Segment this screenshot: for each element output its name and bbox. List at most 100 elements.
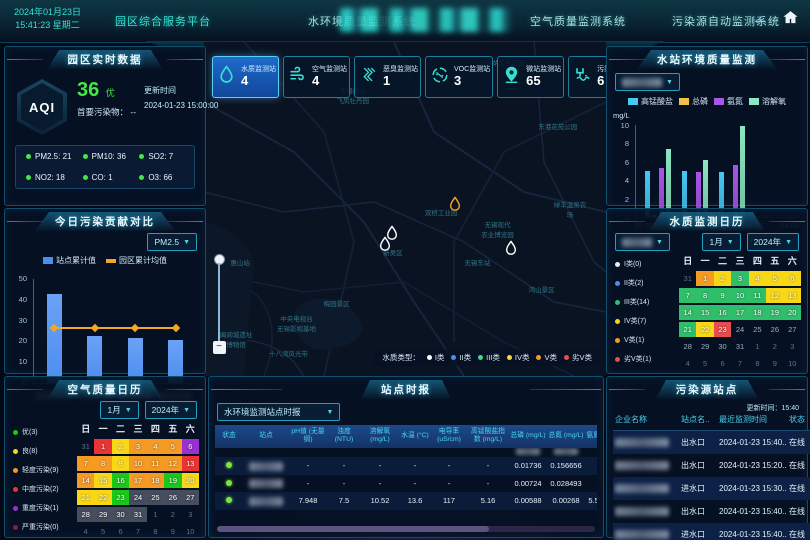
calendar-day[interactable]: 25 <box>147 490 164 505</box>
water-station-marker[interactable] <box>378 236 391 257</box>
calendar-day[interactable]: 17 <box>129 473 146 488</box>
calendar-day[interactable]: 13 <box>182 456 199 471</box>
calendar-day[interactable]: 4 <box>147 439 164 454</box>
calendar-day[interactable]: 10 <box>182 524 199 539</box>
calendar-day[interactable]: 18 <box>147 473 164 488</box>
calendar-day[interactable]: 1 <box>94 439 111 454</box>
calendar-day[interactable]: 29 <box>94 507 111 522</box>
map-canvas[interactable]: 无锡惠山 飞凤牡丹园无锡湖东生态园东港花苑公园双桥工业园无锡现代 农业博览园绿羊… <box>204 42 606 376</box>
station-type-button-3[interactable]: VOC监测站3 <box>425 56 493 98</box>
calendar-day[interactable]: 25 <box>749 322 766 337</box>
zoom-out-button[interactable]: − <box>213 341 226 354</box>
calendar-day[interactable]: 16 <box>714 305 731 320</box>
calendar-day[interactable]: 14 <box>77 473 94 488</box>
back-icon[interactable]: ← <box>750 9 770 29</box>
calendar-day[interactable]: 12 <box>766 288 783 303</box>
calendar-day[interactable]: 3 <box>731 271 748 286</box>
report-type-select[interactable]: 水环境监测站点时报▼ <box>217 403 340 421</box>
calendar-day[interactable]: 30 <box>112 507 129 522</box>
station-type-button-4[interactable]: 微站监测站65 <box>497 56 564 98</box>
calendar-day[interactable]: 30 <box>714 339 731 354</box>
calendar-day[interactable]: 3 <box>129 439 146 454</box>
calendar-day[interactable]: 17 <box>731 305 748 320</box>
calendar-day[interactable]: 15 <box>696 305 713 320</box>
calendar-day[interactable]: 13 <box>784 288 801 303</box>
calendar-day[interactable]: 12 <box>164 456 181 471</box>
water-station-marker[interactable] <box>504 240 517 261</box>
calendar-day[interactable]: 14 <box>679 305 696 320</box>
calendar-day[interactable]: 31 <box>679 271 696 286</box>
calendar-day[interactable]: 5 <box>94 524 111 539</box>
station-type-button-0[interactable]: 水质监测站4 <box>212 56 279 98</box>
calendar-day[interactable]: 7 <box>77 456 94 471</box>
calendar-day[interactable]: 8 <box>94 456 111 471</box>
calendar-day[interactable]: 28 <box>679 339 696 354</box>
calendar-day[interactable]: 6 <box>182 439 199 454</box>
calendar-day[interactable]: 27 <box>182 490 199 505</box>
calendar-day[interactable]: 9 <box>164 524 181 539</box>
calendar-day[interactable]: 26 <box>766 322 783 337</box>
calendar-day[interactable]: 10 <box>129 456 146 471</box>
calendar-day[interactable]: 9 <box>714 288 731 303</box>
calendar-day[interactable]: 6 <box>784 271 801 286</box>
calendar-station-select[interactable]: ▼ <box>615 233 670 251</box>
calendar-day[interactable]: 31 <box>731 339 748 354</box>
calendar-day[interactable]: 1 <box>696 271 713 286</box>
calendar-day[interactable]: 9 <box>766 356 783 371</box>
calendar-day[interactable]: 10 <box>731 288 748 303</box>
calendar-day[interactable]: 11 <box>147 456 164 471</box>
station-type-button-2[interactable]: 恶臭监测站1 <box>354 56 421 98</box>
pollutant-select[interactable]: PM2.5▼ <box>147 233 197 251</box>
calendar-day[interactable]: 3 <box>182 507 199 522</box>
calendar-day[interactable]: 22 <box>94 490 111 505</box>
month-select[interactable]: 1月▼ <box>100 401 138 419</box>
station-type-button-5[interactable]: 污染源监测6 <box>568 56 606 98</box>
calendar-day[interactable]: 21 <box>679 322 696 337</box>
calendar-day[interactable]: 20 <box>182 473 199 488</box>
calendar-day[interactable]: 5 <box>164 439 181 454</box>
month-select[interactable]: 1月▼ <box>702 233 740 251</box>
calendar-day[interactable]: 7 <box>679 288 696 303</box>
calendar-day[interactable]: 8 <box>147 524 164 539</box>
calendar-day[interactable]: 5 <box>696 356 713 371</box>
calendar-day[interactable]: 31 <box>129 507 146 522</box>
calendar-day[interactable]: 26 <box>164 490 181 505</box>
zoom-slider-track[interactable] <box>218 263 220 341</box>
calendar-day[interactable]: 29 <box>696 339 713 354</box>
calendar-day[interactable]: 27 <box>784 322 801 337</box>
calendar-day[interactable]: 19 <box>766 305 783 320</box>
water-station-select[interactable]: ▼ <box>615 73 680 91</box>
calendar-day[interactable]: 2 <box>766 339 783 354</box>
calendar-day[interactable]: 1 <box>749 339 766 354</box>
tab-2[interactable]: 空气质量监测系统 <box>530 13 626 29</box>
calendar-day[interactable]: 1 <box>147 507 164 522</box>
calendar-day[interactable]: 20 <box>784 305 801 320</box>
calendar-day[interactable]: 15 <box>94 473 111 488</box>
calendar-day[interactable]: 7 <box>731 356 748 371</box>
calendar-day[interactable]: 6 <box>112 524 129 539</box>
calendar-day[interactable]: 7 <box>129 524 146 539</box>
calendar-day[interactable]: 4 <box>77 524 94 539</box>
home-icon[interactable] <box>780 9 800 29</box>
scrollbar-thumb[interactable] <box>217 526 489 532</box>
calendar-day[interactable]: 22 <box>696 322 713 337</box>
horizontal-scrollbar[interactable] <box>217 526 595 532</box>
calendar-day[interactable]: 10 <box>784 356 801 371</box>
year-select[interactable]: 2024年▼ <box>145 401 197 419</box>
calendar-day[interactable]: 19 <box>164 473 181 488</box>
calendar-day[interactable]: 2 <box>112 439 129 454</box>
calendar-day[interactable]: 23 <box>714 322 731 337</box>
water-station-marker[interactable] <box>448 196 461 217</box>
calendar-day[interactable]: 2 <box>714 271 731 286</box>
calendar-day[interactable]: 23 <box>112 490 129 505</box>
calendar-day[interactable]: 24 <box>731 322 748 337</box>
calendar-day[interactable]: 9 <box>112 456 129 471</box>
calendar-day[interactable]: 3 <box>784 339 801 354</box>
calendar-day[interactable]: 5 <box>766 271 783 286</box>
calendar-day[interactable]: 8 <box>749 356 766 371</box>
calendar-day[interactable]: 18 <box>749 305 766 320</box>
tab-0[interactable]: 园区综合服务平台 <box>115 13 211 29</box>
calendar-day[interactable]: 16 <box>112 473 129 488</box>
station-type-button-1[interactable]: 空气监测站4 <box>283 56 350 98</box>
calendar-day[interactable]: 4 <box>679 356 696 371</box>
